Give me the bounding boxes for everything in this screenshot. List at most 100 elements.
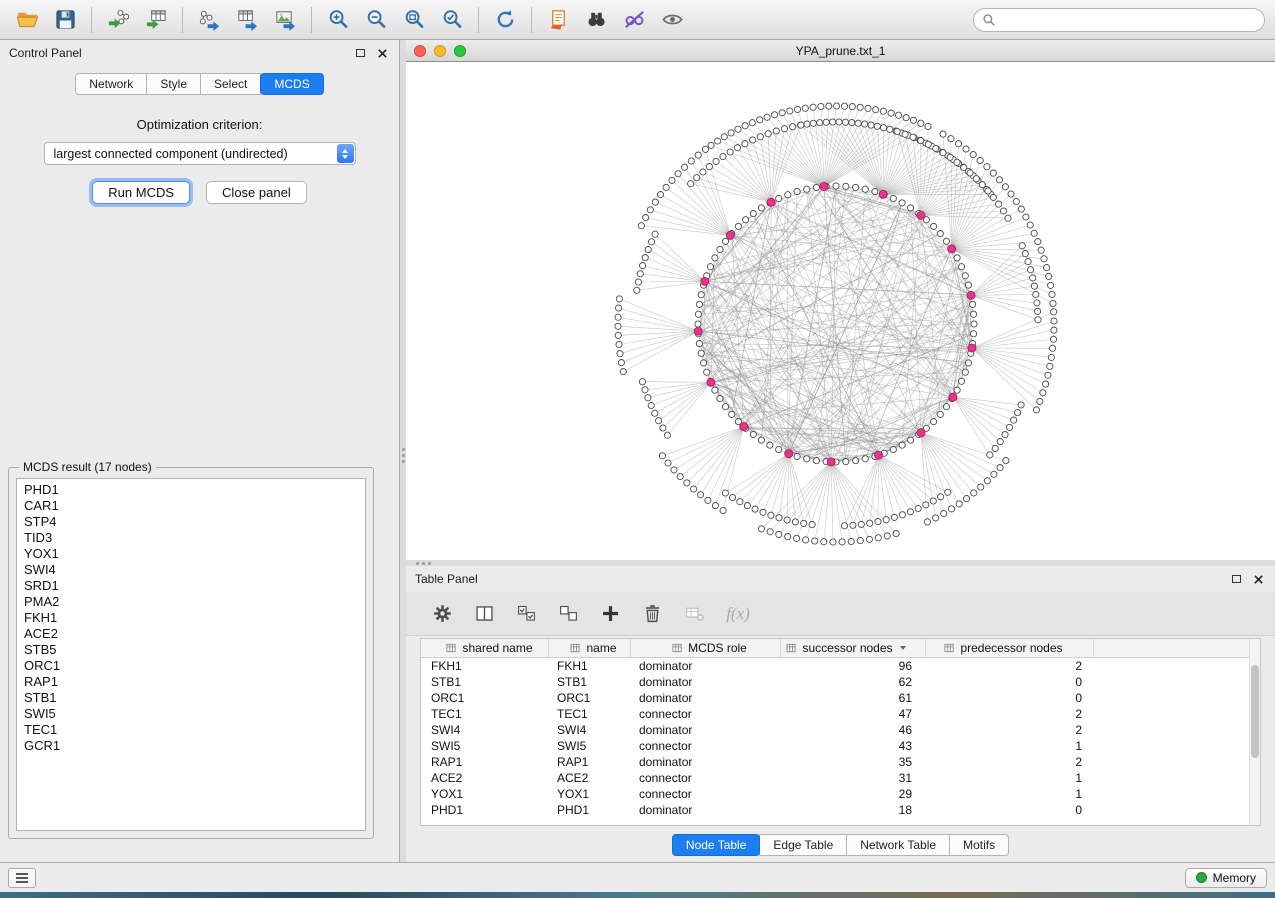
network-node[interactable] (1018, 402, 1024, 408)
network-node[interactable] (794, 453, 800, 459)
select-all-button[interactable] (510, 598, 542, 630)
tab-select[interactable]: Select (200, 73, 261, 95)
network-node[interactable] (971, 490, 977, 496)
network-node[interactable] (813, 184, 819, 190)
network-node[interactable] (708, 142, 714, 148)
table-scrollbar[interactable] (1249, 639, 1260, 825)
refresh-button[interactable] (486, 4, 524, 36)
network-node[interactable] (750, 210, 756, 216)
network-node[interactable] (1033, 407, 1039, 413)
network-node[interactable] (720, 507, 726, 513)
network-node[interactable] (899, 512, 905, 518)
network-node[interactable] (918, 138, 924, 144)
network-node[interactable] (657, 192, 663, 198)
network-node[interactable] (915, 505, 921, 511)
mcds-dominator-node[interactable] (694, 327, 702, 335)
network-node[interactable] (940, 131, 946, 137)
network-node[interactable] (985, 188, 991, 194)
network-node[interactable] (910, 134, 916, 140)
tab-node-table[interactable]: Node Table (672, 834, 761, 856)
network-node[interactable] (635, 279, 641, 285)
network-node[interactable] (735, 126, 741, 132)
network-node[interactable] (634, 287, 640, 293)
network-node[interactable] (971, 331, 977, 337)
network-node[interactable] (849, 104, 855, 110)
network-node[interactable] (688, 181, 694, 187)
network-node[interactable] (659, 453, 665, 459)
network-node[interactable] (750, 431, 756, 437)
network-node[interactable] (701, 360, 707, 366)
network-node[interactable] (843, 183, 849, 189)
network-node[interactable] (977, 157, 983, 163)
mcds-dominator-node[interactable] (785, 450, 793, 458)
network-node[interactable] (809, 522, 815, 528)
network-node[interactable] (857, 538, 863, 544)
network-node[interactable] (1022, 251, 1028, 257)
network-node[interactable] (717, 396, 723, 402)
network-node[interactable] (794, 189, 800, 195)
mcds-result-item[interactable]: SWI4 (17, 562, 365, 578)
network-node[interactable] (750, 137, 756, 143)
tab-style[interactable]: Style (146, 73, 201, 95)
network-node[interactable] (1033, 291, 1039, 297)
close-panel-button[interactable] (374, 45, 390, 61)
network-node[interactable] (924, 519, 930, 525)
tab-network[interactable]: Network (75, 73, 147, 95)
network-node[interactable] (874, 123, 880, 129)
table-row[interactable]: RAP1RAP1dominator352 (421, 754, 1249, 770)
network-node[interactable] (648, 402, 654, 408)
network-node[interactable] (760, 509, 766, 515)
mcds-dominator-node[interactable] (820, 183, 828, 191)
network-node[interactable] (713, 158, 719, 164)
mcds-result-item[interactable]: PHD1 (17, 482, 365, 498)
mcds-result-item[interactable]: TEC1 (17, 722, 365, 738)
network-node[interactable] (712, 387, 718, 393)
network-node[interactable] (704, 369, 710, 375)
zoom-in-button[interactable] (319, 4, 357, 36)
network-node[interactable] (918, 120, 924, 126)
tab-network-table[interactable]: Network Table (846, 834, 950, 856)
hide-details-button[interactable] (615, 4, 653, 36)
network-node[interactable] (752, 506, 758, 512)
network-node[interactable] (727, 149, 733, 155)
network-node[interactable] (803, 537, 809, 543)
network-node[interactable] (954, 387, 960, 393)
float-table-panel-button[interactable] (1228, 571, 1244, 587)
network-node[interactable] (954, 159, 960, 165)
network-node[interactable] (698, 292, 704, 298)
network-node[interactable] (1049, 291, 1055, 297)
network-node[interactable] (663, 184, 669, 190)
network-node[interactable] (984, 478, 990, 484)
network-node[interactable] (1023, 214, 1029, 220)
network-node[interactable] (1008, 191, 1014, 197)
network-node[interactable] (883, 517, 889, 523)
tab-motifs[interactable]: Motifs (949, 834, 1009, 856)
table-row[interactable]: ORC1ORC1dominator610 (421, 690, 1249, 706)
network-node[interactable] (888, 110, 894, 116)
network-node[interactable] (813, 458, 819, 464)
network-node[interactable] (1031, 283, 1037, 289)
network-node[interactable] (707, 264, 713, 270)
network-node[interactable] (945, 489, 951, 495)
network-node[interactable] (695, 152, 701, 158)
float-panel-button[interactable] (352, 45, 368, 61)
network-node[interactable] (639, 379, 645, 385)
network-node[interactable] (940, 150, 946, 156)
network-node[interactable] (677, 473, 683, 479)
network-node[interactable] (1030, 275, 1036, 281)
network-node[interactable] (857, 104, 863, 110)
network-node[interactable] (744, 503, 750, 509)
network-node[interactable] (749, 120, 755, 126)
network-node[interactable] (758, 526, 764, 532)
mcds-result-item[interactable]: SRD1 (17, 578, 365, 594)
network-node[interactable] (617, 351, 623, 357)
network-node[interactable] (875, 519, 881, 525)
mcds-dominator-node[interactable] (917, 429, 925, 437)
network-node[interactable] (841, 523, 847, 529)
network-node[interactable] (881, 125, 887, 131)
network-node[interactable] (722, 238, 728, 244)
network-node[interactable] (758, 205, 764, 211)
network-node[interactable] (1027, 222, 1033, 228)
network-node[interactable] (1013, 198, 1019, 204)
close-panel-action-button[interactable]: Close panel (206, 181, 307, 204)
